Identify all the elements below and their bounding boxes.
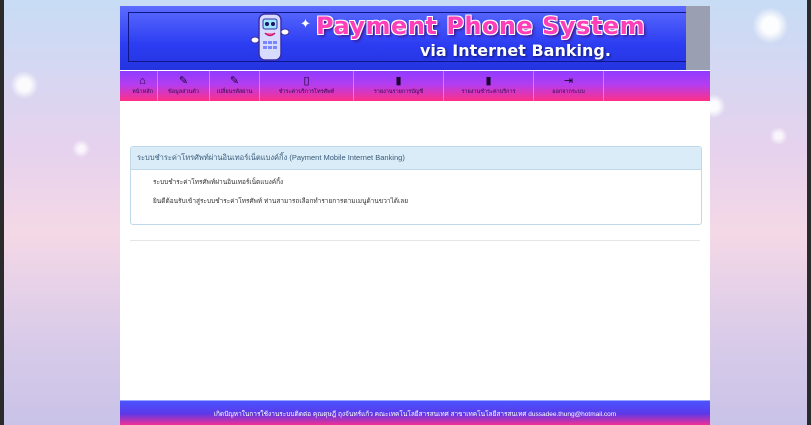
panel-welcome-message: ยินดีต้อนรับเข้าสู่ระบบชำระค่าโทรศัพท์ ท… xyxy=(153,198,409,205)
nav-item-pay-phone-bill[interactable]: ▯ ชำระค่าบริการโทรศัพท์ xyxy=(260,71,354,101)
panel-heading: ระบบชำระค่าโทรศัพท์ผ่านอินเทอร์เน็ตแบงค์… xyxy=(131,147,701,170)
file-icon: ▮ xyxy=(485,75,492,87)
nav-label: หน้าหลัก xyxy=(132,89,153,95)
nav-item-profile[interactable]: ✎ ข้อมูลส่วนตัว xyxy=(158,71,210,101)
home-icon: ⌂ xyxy=(139,75,146,87)
page-container: ✦ Payment Phone System via Internet Bank… xyxy=(120,6,710,425)
footer-contact: เกิดปัญหาในการใช้งานระบบติดต่อ คุณดุษฎี … xyxy=(213,411,617,418)
phone-mascot-icon xyxy=(250,13,290,61)
nav-label: เปลี่ยนรหัสผ่าน xyxy=(216,89,253,95)
edit-icon: ✎ xyxy=(229,75,240,87)
header-banner: ✦ Payment Phone System via Internet Bank… xyxy=(120,6,710,71)
file-icon: ▮ xyxy=(395,75,402,87)
site-subtitle: via Internet Banking. xyxy=(420,41,611,60)
panel-body: ระบบชำระค่าโทรศัพท์ผ่านอินเทอร์เน็ตแบงค์… xyxy=(131,170,701,207)
panel-system-name: ระบบชำระค่าโทรศัพท์ผ่านอินเทอร์เน็ตแบงค์… xyxy=(153,179,284,186)
nav-label: ข้อมูลส่วนตัว xyxy=(168,89,199,95)
nav-label: ชำระค่าบริการโทรศัพท์ xyxy=(278,89,335,95)
welcome-panel: ระบบชำระค่าโทรศัพท์ผ่านอินเทอร์เน็ตแบงค์… xyxy=(130,146,702,225)
nav-item-change-password[interactable]: ✎ เปลี่ยนรหัสผ่าน xyxy=(210,71,260,101)
edit-icon: ✎ xyxy=(178,75,189,87)
divider xyxy=(130,240,700,241)
star-icon: ✦ xyxy=(300,16,311,31)
nav-label: ออกจากระบบ xyxy=(552,89,585,95)
nav-item-home[interactable]: ⌂ หน้าหลัก xyxy=(128,71,158,101)
nav-item-logout[interactable]: ⇥ ออกจากระบบ xyxy=(534,71,604,101)
mobile-icon: ▯ xyxy=(303,75,310,87)
nav-item-account-report[interactable]: ▮ รายงานรายการบัญชี xyxy=(354,71,444,101)
window-frame-left xyxy=(0,0,4,425)
site-title: Payment Phone System xyxy=(316,12,646,40)
nav-item-payment-report[interactable]: ▮ รายงานชำระค่าบริการ xyxy=(444,71,534,101)
logout-icon: ⇥ xyxy=(563,75,574,87)
main-nav: ⌂ หน้าหลัก ✎ ข้อมูลส่วนตัว ✎ เปลี่ยนรหัส… xyxy=(120,70,710,101)
window-frame-right xyxy=(807,0,811,425)
nav-label: รายงานรายการบัญชี xyxy=(373,89,424,95)
nav-label: รายงานชำระค่าบริการ xyxy=(461,89,516,95)
banner-edge xyxy=(686,6,710,70)
footer: เกิดปัญหาในการใช้งานระบบติดต่อ คุณดุษฎี … xyxy=(120,400,710,425)
